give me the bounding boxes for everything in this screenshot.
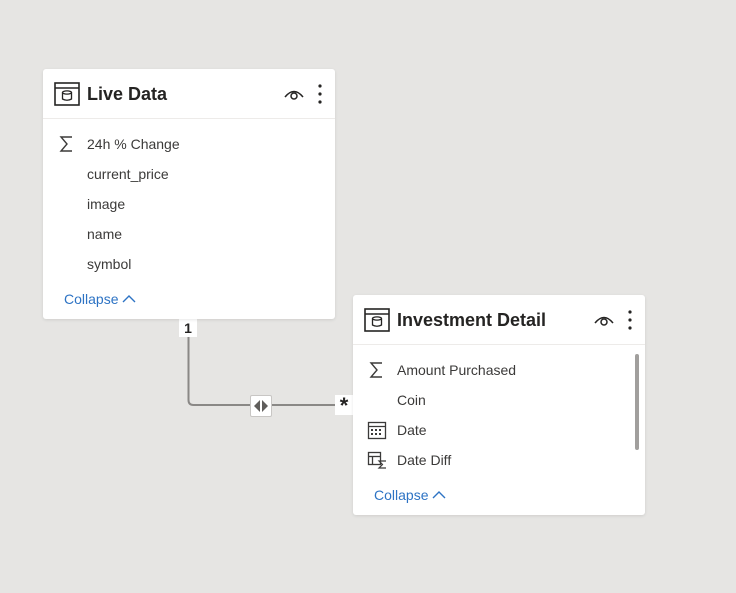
field-label: Date Diff: [397, 452, 452, 468]
field-date[interactable]: Date: [353, 415, 623, 445]
field-current-price[interactable]: current_price: [43, 159, 313, 189]
field-image[interactable]: image: [43, 189, 313, 219]
sigma-icon: [367, 360, 387, 380]
card-title: Investment Detail: [397, 310, 547, 330]
eye-icon[interactable]: [593, 312, 615, 328]
field-name[interactable]: name: [43, 219, 313, 249]
more-options-icon[interactable]: [316, 83, 324, 105]
field-label: Amount Purchased: [397, 362, 517, 378]
field-label: Coin: [397, 392, 426, 408]
more-options-icon[interactable]: [626, 309, 634, 331]
collapse-button[interactable]: Collapse: [64, 291, 136, 307]
table-icon: [364, 308, 390, 332]
cardinality-many-label: *: [335, 395, 353, 417]
field-label: 24h % Change: [87, 136, 180, 152]
field-label: symbol: [87, 256, 132, 272]
vertical-scrollbar[interactable]: [635, 354, 639, 450]
collapse-button[interactable]: Collapse: [374, 487, 446, 503]
chevron-up-icon: [432, 487, 446, 503]
card-header: Investment Detail: [353, 295, 645, 345]
field-amount-purchased[interactable]: Amount Purchased: [353, 355, 623, 385]
field-coin[interactable]: Coin: [353, 385, 623, 415]
table-card-investment-detail[interactable]: Investment Detail Amount Purchased Coin: [353, 295, 645, 515]
sigma-icon: [57, 134, 77, 154]
field-label: Date: [397, 422, 427, 438]
card-header: Live Data: [43, 69, 335, 119]
collapse-label: Collapse: [64, 291, 119, 307]
field-label: name: [87, 226, 123, 242]
field-24h-change[interactable]: 24h % Change: [43, 129, 313, 159]
calculated-column-icon: [367, 450, 387, 470]
cross-filter-both-icon[interactable]: [250, 395, 272, 417]
card-title: Live Data: [87, 84, 168, 104]
chevron-up-icon: [122, 291, 136, 307]
table-icon: [54, 82, 80, 106]
cardinality-one-label: 1: [179, 319, 197, 337]
field-symbol[interactable]: symbol: [43, 249, 313, 279]
field-date-diff[interactable]: Date Diff: [353, 445, 623, 475]
eye-icon[interactable]: [283, 86, 305, 102]
collapse-label: Collapse: [374, 487, 429, 503]
table-card-live-data[interactable]: Live Data 24h % Change current_price ima…: [43, 69, 335, 319]
field-label: current_price: [87, 166, 169, 182]
calendar-icon: [367, 420, 387, 440]
field-label: image: [87, 196, 126, 212]
